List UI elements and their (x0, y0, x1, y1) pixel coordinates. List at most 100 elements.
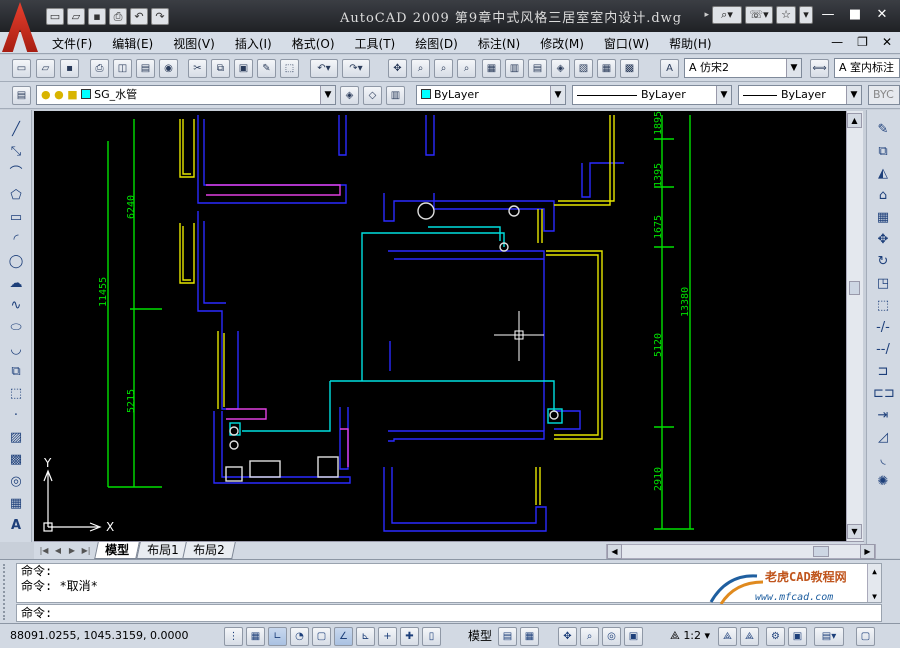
scroll-down-icon[interactable]: ▼ (868, 589, 881, 604)
sheet-set-icon[interactable]: ◈ (551, 59, 570, 78)
next-tab-icon[interactable]: ▶ (66, 544, 78, 557)
line-icon[interactable]: ╱ (6, 120, 26, 140)
insert-block-icon[interactable]: ⧉ (6, 362, 26, 382)
redo-icon[interactable]: ↷ (151, 8, 169, 25)
auto-scale-icon[interactable]: ⟁ (740, 627, 759, 646)
doc-restore-button[interactable]: ❐ (857, 35, 868, 49)
zoom-realtime-icon[interactable]: ⌕ (411, 59, 430, 78)
menu-view[interactable]: 视图(V) (173, 35, 215, 52)
scroll-down-icon[interactable]: ▼ (847, 524, 862, 539)
layer-properties-icon[interactable]: ▤ (12, 86, 31, 105)
grid-display-icon[interactable]: ▦ (246, 627, 265, 646)
undo-icon[interactable]: ↶ (130, 8, 148, 25)
scroll-left-icon[interactable]: ◀ (607, 544, 622, 559)
snap-mode-icon[interactable]: ⋮ (224, 627, 243, 646)
quickcalc-icon[interactable]: ▦ (597, 59, 616, 78)
table-icon[interactable]: ▦ (6, 494, 26, 514)
menu-dimension[interactable]: 标注(N) (478, 35, 520, 52)
block-editor-icon[interactable]: ⬚ (280, 59, 299, 78)
stretch-icon[interactable]: ⬚ (873, 296, 893, 316)
object-snap-tracking-icon[interactable]: ∠ (334, 627, 353, 646)
text-style-select[interactable]: A 仿宋2 ▼ (684, 58, 802, 78)
model-space-button[interactable]: 模型 (464, 627, 496, 646)
array-icon[interactable]: ▦ (873, 208, 893, 228)
workspace-switching-icon[interactable]: ⚙ (766, 627, 785, 646)
tool-palettes-icon[interactable]: ▤ (528, 59, 547, 78)
dynamic-ucs-icon[interactable]: ⊾ (356, 627, 375, 646)
linetype-select[interactable]: ByLayer ▼ (572, 85, 732, 105)
menu-insert[interactable]: 插入(I) (235, 35, 272, 52)
last-tab-icon[interactable]: ▶| (80, 544, 92, 557)
menu-file[interactable]: 文件(F) (52, 35, 92, 52)
lineweight-icon[interactable]: ✚ (400, 627, 419, 646)
open-icon[interactable]: ▱ (36, 59, 55, 78)
chevron-down-icon[interactable]: ▼ (716, 86, 731, 104)
arc-icon[interactable]: ◜ (6, 230, 26, 250)
layer-select[interactable]: ● ● ■ SG_水管 ▼ (36, 85, 336, 105)
lineweight-select[interactable]: ByLayer ▼ (738, 85, 862, 105)
plot-preview-icon[interactable]: ◫ (113, 59, 132, 78)
print-icon[interactable]: ⎙ (109, 8, 127, 25)
layer-previous-icon[interactable]: ◇ (363, 86, 382, 105)
showmotion-icon[interactable]: ▣ (624, 627, 643, 646)
pan-icon[interactable]: ✥ (558, 627, 577, 646)
scroll-thumb[interactable] (813, 546, 829, 557)
ortho-mode-icon[interactable]: ∟ (268, 627, 287, 646)
quick-view-layouts-icon[interactable]: ▤ (498, 627, 517, 646)
match-properties-icon[interactable]: ✎ (257, 59, 276, 78)
break-at-point-icon[interactable]: ⊐ (873, 362, 893, 382)
drawing-area[interactable]: 6240 11455 5215 1895 1395 1675 5120 1338… (34, 111, 846, 541)
annotation-scale[interactable]: ⟁ 1:2 ▾ (670, 629, 710, 643)
gradient-icon[interactable]: ▩ (6, 450, 26, 470)
status-tray-settings-icon[interactable]: ▤▾ (814, 627, 844, 646)
zoom-previous-icon[interactable]: ⌕ (457, 59, 476, 78)
hatch-icon[interactable]: ▨ (6, 428, 26, 448)
quick-properties-icon[interactable]: ▯ (422, 627, 441, 646)
communication-center-icon[interactable]: ☏▾ (745, 6, 773, 24)
polar-tracking-icon[interactable]: ◔ (290, 627, 309, 646)
save-icon[interactable]: ▪ (88, 8, 106, 25)
make-block-icon[interactable]: ⬚ (6, 384, 26, 404)
infocenter-expand-icon[interactable]: ▸ (704, 10, 709, 20)
circle-icon[interactable]: ◯ (6, 252, 26, 272)
menu-window[interactable]: 窗口(W) (604, 35, 649, 52)
minimize-button[interactable]: — (816, 6, 840, 24)
zoom-window-icon[interactable]: ⌕ (434, 59, 453, 78)
copy-icon[interactable]: ⧉ (211, 59, 230, 78)
chevron-down-icon[interactable]: ▼ (846, 86, 861, 104)
construction-line-icon[interactable]: ⤡ (6, 142, 26, 162)
scroll-up-icon[interactable]: ▲ (847, 113, 862, 128)
menu-edit[interactable]: 编辑(E) (112, 35, 153, 52)
join-icon[interactable]: ⇥ (873, 406, 893, 426)
tab-model[interactable]: 模型 (94, 542, 140, 559)
open-folder-icon[interactable]: ▱ (67, 8, 85, 25)
object-snap-icon[interactable]: ▢ (312, 627, 331, 646)
save-icon[interactable]: ▪ (60, 59, 79, 78)
dim-style-icon[interactable]: ⟺ (810, 59, 829, 78)
plot-icon[interactable]: ⎙ (90, 59, 109, 78)
dynamic-input-icon[interactable]: + (378, 627, 397, 646)
tab-layout1[interactable]: 布局1 (136, 542, 190, 559)
command-input[interactable]: 命令: (16, 604, 882, 622)
new-file-icon[interactable]: ▭ (46, 8, 64, 25)
offset-icon[interactable]: ⌂ (873, 186, 893, 206)
menu-modify[interactable]: 修改(M) (540, 35, 584, 52)
new-icon[interactable]: ▭ (12, 59, 31, 78)
chevron-down-icon[interactable]: ▼ (786, 59, 801, 77)
dim-style-select[interactable]: A 室内标注 (834, 58, 900, 78)
coordinate-display[interactable]: 88091.0255, 1045.3159, 0.0000 (10, 629, 188, 642)
rectangle-icon[interactable]: ▭ (6, 208, 26, 228)
lock-icon[interactable]: ▣ (788, 627, 807, 646)
point-icon[interactable]: · (6, 406, 26, 426)
spline-icon[interactable]: ∿ (6, 296, 26, 316)
menu-help[interactable]: 帮助(H) (669, 35, 711, 52)
horizontal-scrollbar[interactable]: ◀ ▶ (606, 544, 876, 559)
help-dropdown-icon[interactable]: ▾ (799, 6, 813, 24)
zoom-icon[interactable]: ⌕ (580, 627, 599, 646)
scroll-right-icon[interactable]: ▶ (860, 544, 875, 559)
properties-icon[interactable]: ▦ (482, 59, 501, 78)
doc-minimize-button[interactable]: — (831, 35, 843, 49)
maximize-button[interactable]: ■ (843, 6, 867, 24)
scale-icon[interactable]: ◳ (873, 274, 893, 294)
design-center-icon[interactable]: ▥ (505, 59, 524, 78)
